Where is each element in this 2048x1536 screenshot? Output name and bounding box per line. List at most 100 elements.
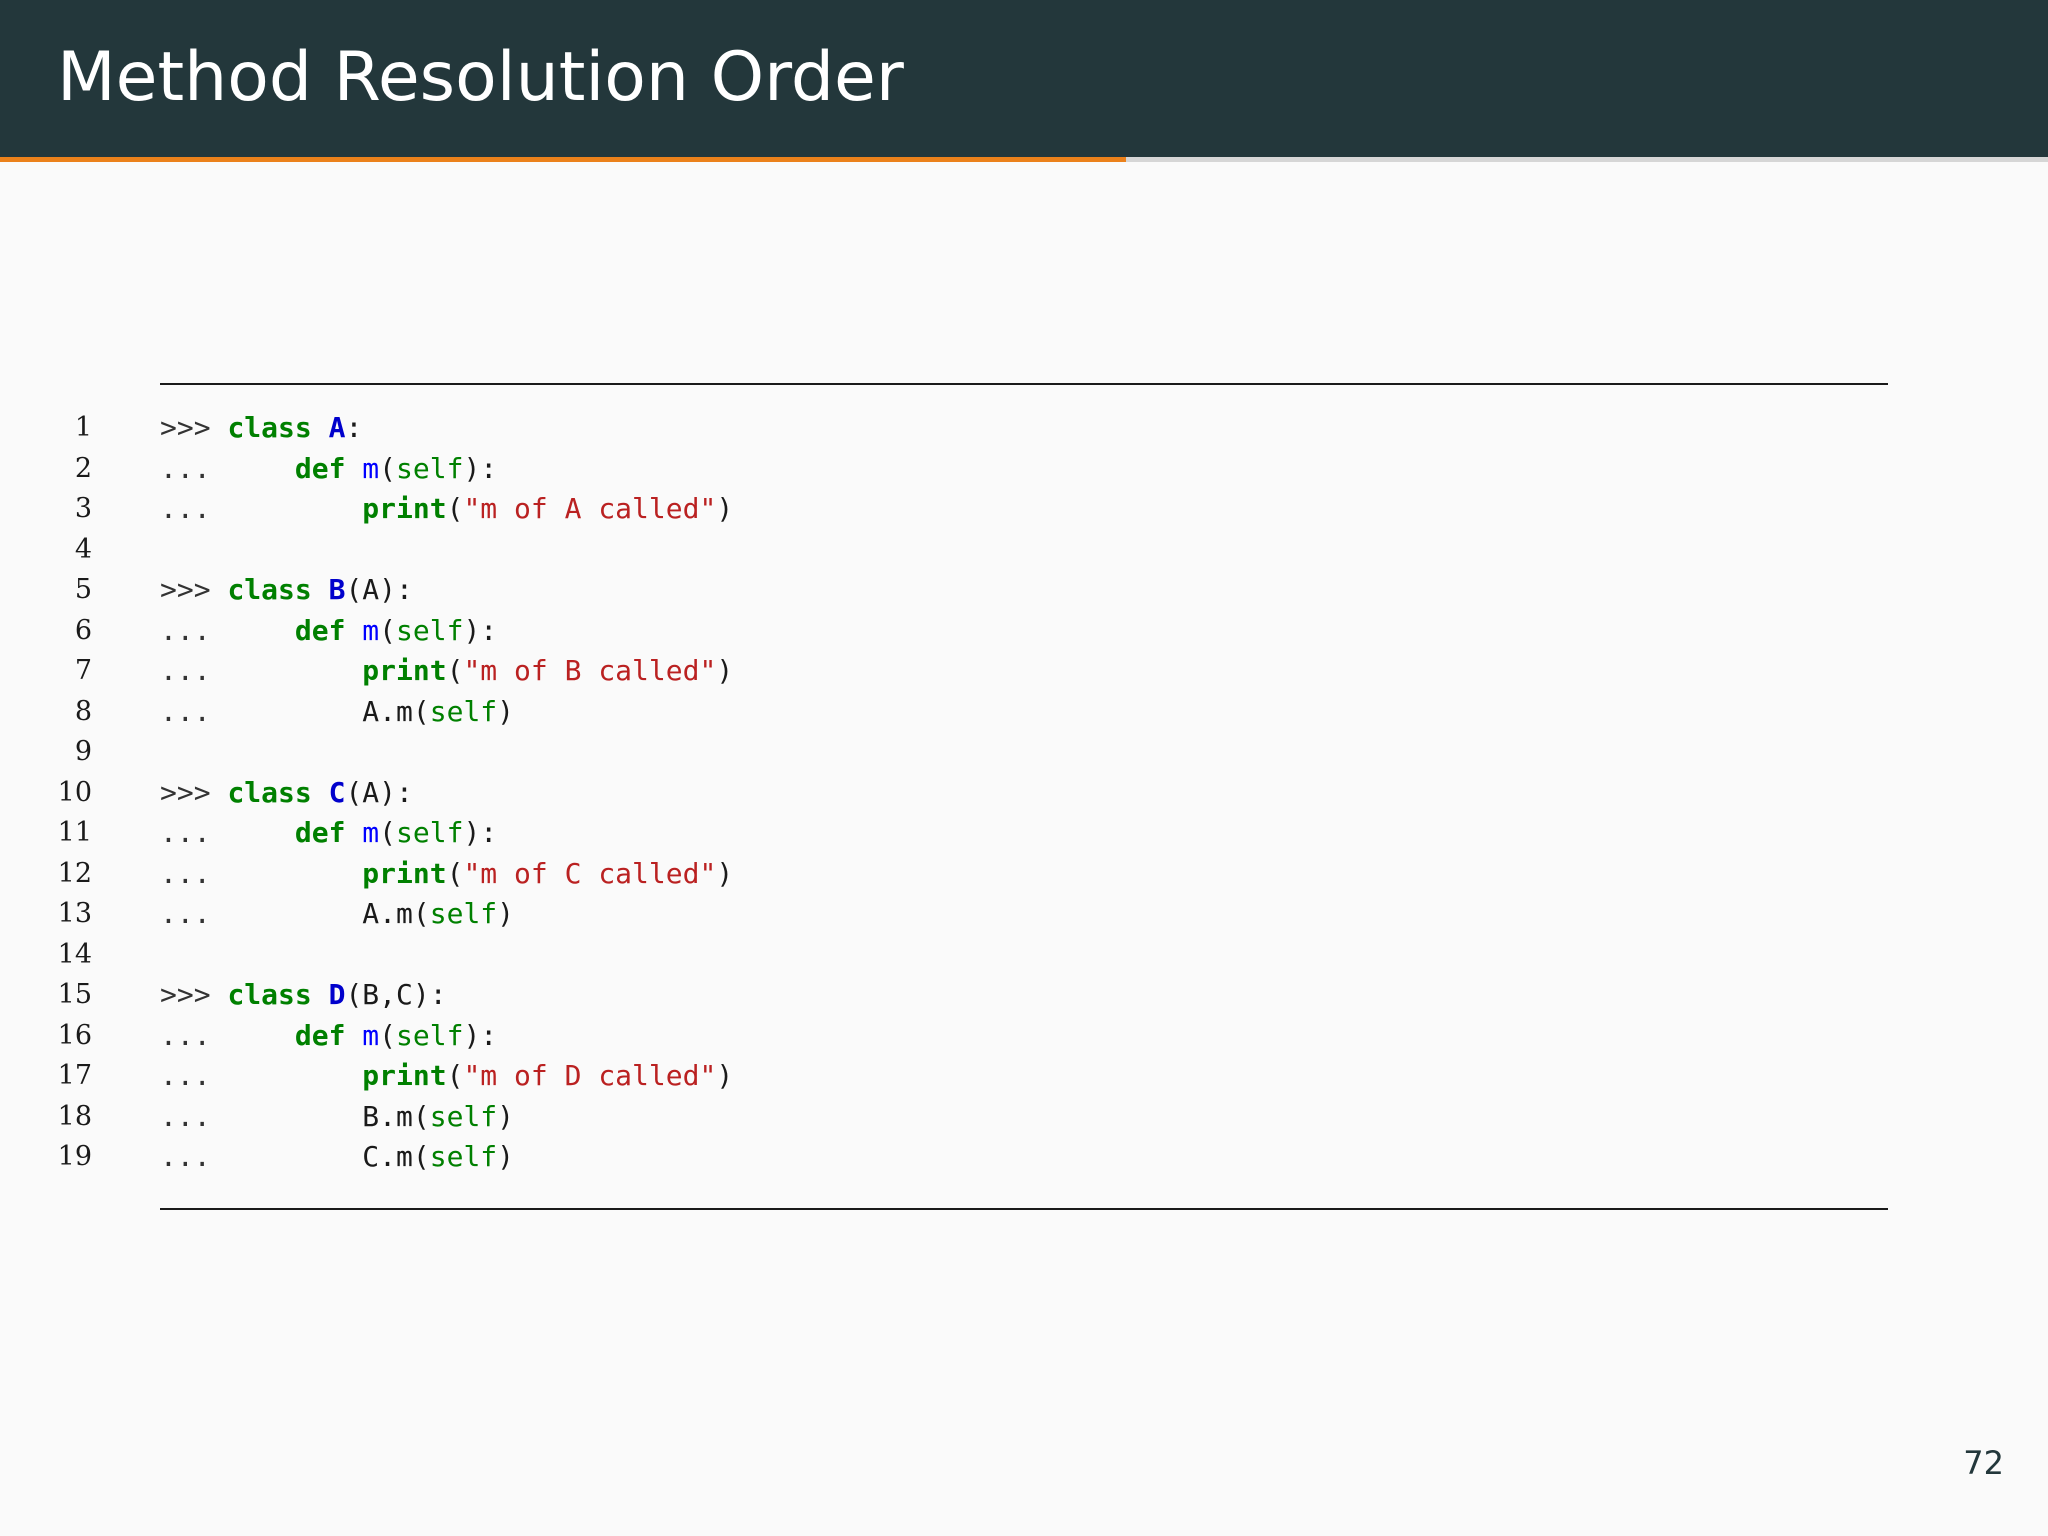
code-text: ... def m(self): [160, 813, 497, 854]
code-text: ... C.m(self) [160, 1137, 514, 1178]
code-token: (A): [345, 775, 413, 809]
code-token: self [396, 613, 464, 647]
line-number: 9 [74, 736, 92, 767]
progress-bar-fill [0, 157, 1127, 162]
code-line: 6... def m(self): [0, 611, 2048, 652]
code-text: ... B.m(self) [160, 1097, 514, 1138]
line-number: 4 [74, 533, 92, 565]
line-number: 14 [57, 938, 92, 970]
code-token: ) [497, 694, 515, 728]
code-token: class [227, 411, 312, 444]
code-token: class [227, 573, 312, 606]
code-token: self [396, 816, 464, 849]
code-token: ( [446, 654, 464, 687]
code-token: def [294, 816, 346, 849]
code-token: self [429, 694, 498, 728]
code-token: ) [716, 856, 734, 890]
code-line: 16... def m(self): [0, 1016, 2048, 1057]
code-token: ) [716, 1059, 734, 1092]
code-token: ): [463, 613, 498, 647]
code-token: ) [497, 1099, 515, 1133]
code-token: m [362, 613, 380, 647]
code-top-rule [160, 383, 1888, 385]
code-token: A [328, 411, 346, 444]
line-number: 18 [57, 1100, 92, 1132]
code-token: ... [160, 1140, 363, 1173]
code-token: class [227, 978, 312, 1011]
code-token: def [294, 1018, 346, 1052]
code-token: self [396, 451, 464, 485]
code-line: 18 ... B.m(self) [0, 1097, 2048, 1138]
line-number: 10 [57, 776, 92, 808]
code-token: ... [160, 897, 363, 930]
line-number: 16 [57, 1019, 92, 1051]
code-line: 5 >>> class B(A): [0, 570, 2048, 611]
code-token: C [328, 775, 346, 809]
code-token: : [345, 411, 363, 444]
code-token: ): [463, 1018, 498, 1052]
code-line: 7... print("m of B called") [0, 651, 2048, 692]
code-line: 13... A.m(self) [0, 894, 2048, 935]
code-text: ... print("m of D called") [160, 1056, 733, 1097]
code-token: ( [446, 1059, 464, 1092]
code-token: class [227, 775, 312, 809]
code-token: ... [160, 654, 363, 687]
code-token: C.m( [362, 1140, 430, 1173]
line-number: 2 [74, 452, 92, 484]
code-bottom-rule [160, 1208, 1888, 1210]
progress-bar [0, 157, 2048, 162]
code-listing: 1 >>> class A: 2... def m(self): 3... print… [0, 408, 2048, 1178]
code-token: ... [160, 1099, 363, 1133]
code-token: ( [379, 1018, 397, 1052]
line-number: 11 [57, 817, 92, 848]
code-token: >>> [160, 573, 228, 606]
code-token: A.m( [362, 694, 430, 728]
code-token: ) [716, 492, 734, 525]
code-text: >>> class A: [160, 408, 362, 449]
code-token: self [429, 1140, 498, 1173]
code-token: m [362, 451, 380, 485]
line-number: 5 [74, 574, 92, 605]
code-token: ... [160, 613, 295, 647]
line-number: 3 [74, 493, 92, 524]
code-token: def [294, 451, 346, 485]
line-number: 7 [74, 655, 92, 686]
code-token: print [362, 492, 447, 525]
code-token: ... [160, 856, 363, 890]
code-token: (A): [345, 573, 413, 606]
code-token: ( [379, 451, 397, 485]
code-token: ... [160, 816, 295, 849]
code-token: self [396, 1018, 464, 1052]
code-token: def [294, 613, 346, 647]
code-token: print [362, 654, 447, 687]
line-number: 12 [57, 857, 92, 889]
code-token: (B,C): [345, 978, 447, 1011]
code-token: ( [379, 816, 397, 849]
code-token: ( [446, 856, 464, 890]
code-line: 19... C.m(self) [0, 1137, 2048, 1178]
code-token: D [328, 978, 346, 1011]
page-number: 72 [1963, 1444, 2004, 1482]
code-token: self [429, 1099, 498, 1133]
code-token: ... [160, 492, 363, 525]
code-token: "m of C called" [463, 856, 717, 890]
slide-header: Method Resolution Order [0, 0, 2048, 157]
code-text: >>> class B(A): [160, 570, 413, 611]
code-line: 10 >>> class C(A): [0, 773, 2048, 814]
code-line: 11 ... def m(self): [0, 813, 2048, 854]
code-token: m [362, 816, 380, 849]
code-token: ... [160, 451, 295, 485]
code-line: 12... print("m of C called") [0, 854, 2048, 895]
code-token: >>> [160, 978, 228, 1011]
code-token: ( [446, 492, 464, 525]
code-token: print [362, 1059, 447, 1092]
code-line: 3... print("m of A called") [0, 489, 2048, 530]
code-text: ... A.m(self) [160, 894, 514, 935]
code-text: >>> class C(A): [160, 773, 413, 814]
code-token: "m of B called" [463, 654, 717, 687]
